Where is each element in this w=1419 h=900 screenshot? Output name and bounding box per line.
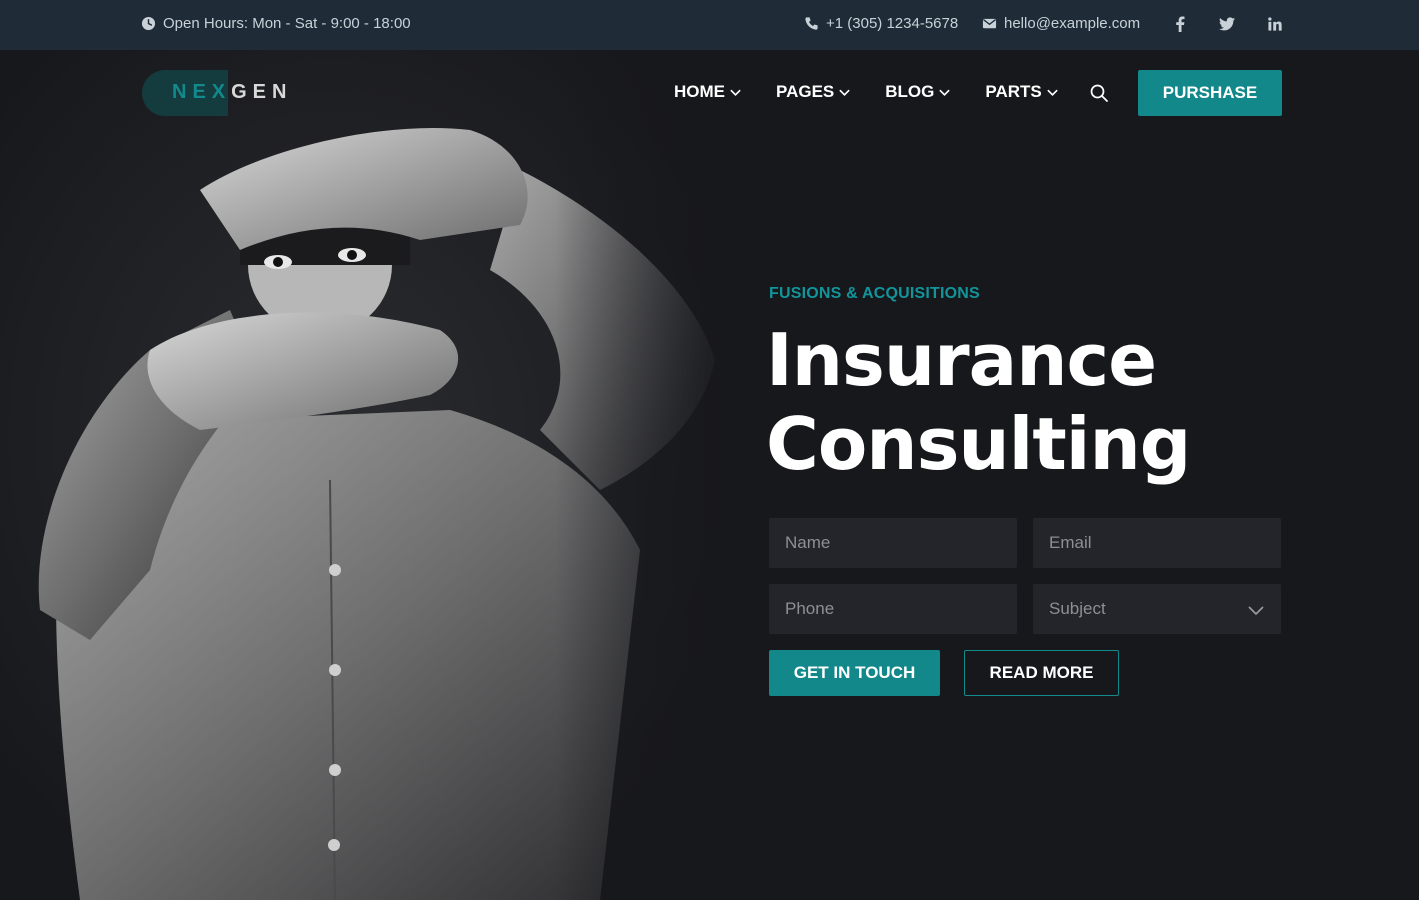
nav-item-pages[interactable]: PAGES	[776, 81, 851, 103]
email-text: hello@example.com	[1004, 15, 1141, 32]
hero-title: Insurance Consulting	[766, 318, 1326, 486]
logo-text-gen: GEN	[231, 81, 293, 103]
purchase-button[interactable]: PURSHASE	[1138, 70, 1282, 116]
hero-eyebrow: FUSIONS & ACQUISITIONS	[769, 285, 980, 302]
logo-text: NEXGEN	[172, 81, 292, 104]
chevron-down-icon	[939, 89, 951, 96]
facebook-icon[interactable]	[1170, 14, 1190, 34]
nav-item-blog[interactable]: BLOG	[885, 81, 951, 103]
hero-photo	[0, 50, 740, 900]
hero-title-line1: Insurance	[766, 318, 1157, 402]
chevron-down-icon	[1248, 606, 1264, 616]
phone-field[interactable]	[769, 584, 1017, 634]
envelope-icon	[982, 18, 997, 29]
nav-item-home[interactable]: HOME	[674, 81, 742, 103]
nav-item-label: BLOG	[885, 82, 935, 101]
name-field[interactable]	[769, 518, 1017, 568]
twitter-icon[interactable]	[1217, 14, 1237, 34]
read-more-button[interactable]: READ MORE	[964, 650, 1119, 696]
logo[interactable]: NEXGEN	[142, 70, 292, 116]
email-field[interactable]	[1033, 518, 1281, 568]
logo-text-nex: NEX	[172, 81, 232, 103]
nav-item-label: PAGES	[776, 82, 835, 101]
nav-item-label: PARTS	[985, 82, 1042, 101]
subject-select-value: Subject	[1049, 599, 1106, 618]
hero-title-line2: Consulting	[766, 402, 1191, 486]
top-bar: Open Hours: Mon - Sat - 9:00 - 18:00 +1 …	[0, 0, 1419, 50]
chevron-down-icon	[730, 89, 741, 96]
get-in-touch-button[interactable]: GET IN TOUCH	[769, 650, 940, 696]
open-hours: Open Hours: Mon - Sat - 9:00 - 18:00	[141, 15, 411, 32]
chevron-down-icon	[1047, 89, 1058, 96]
chevron-down-icon	[839, 89, 850, 96]
nav-item-label: HOME	[674, 82, 725, 101]
nav-item-parts[interactable]: PARTS	[985, 81, 1058, 103]
open-hours-text: Open Hours: Mon - Sat - 9:00 - 18:00	[163, 15, 411, 32]
subject-select[interactable]: Subject	[1033, 584, 1281, 634]
phone-icon	[805, 17, 818, 30]
clock-icon	[141, 16, 156, 31]
man-framing-hands-image	[0, 50, 740, 900]
phone-contact[interactable]: +1 (305) 1234-5678	[804, 15, 958, 32]
phone-text: +1 (305) 1234-5678	[826, 15, 959, 32]
main-nav: HOME PAGES BLOG PARTS	[674, 81, 1093, 103]
search-icon[interactable]	[1089, 83, 1109, 103]
email-contact[interactable]: hello@example.com	[982, 15, 1140, 32]
linkedin-icon[interactable]	[1265, 14, 1285, 34]
